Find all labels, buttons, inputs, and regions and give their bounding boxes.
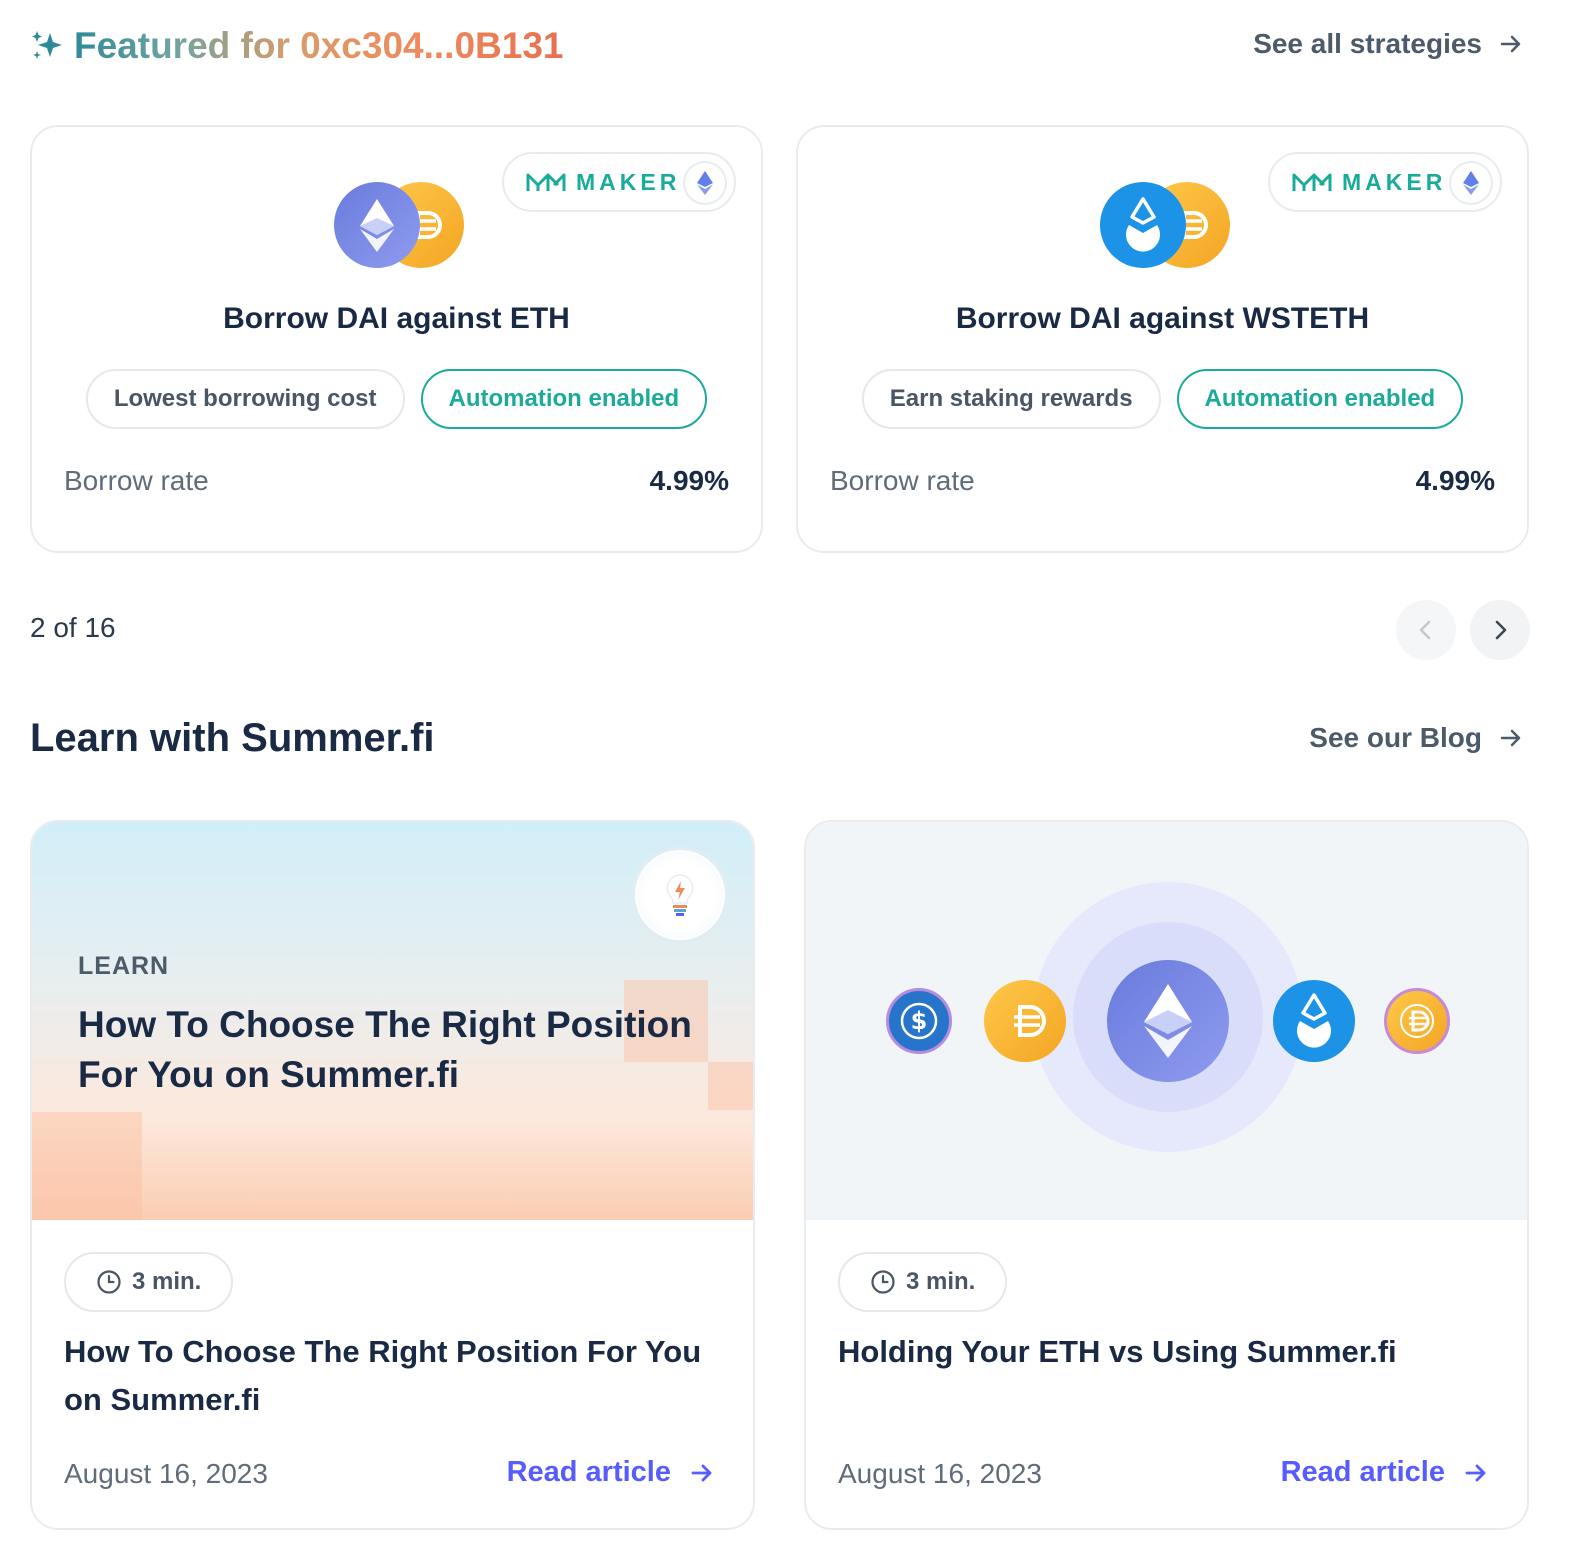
borrow-rate-row: Borrow rate 4.99% <box>64 465 729 497</box>
protocol-name: MAKER <box>1342 168 1447 195</box>
dai-token-icon <box>984 980 1066 1062</box>
article-title: Holding Your ETH vs Using Summer.fi <box>838 1334 1397 1369</box>
see-all-strategies-link[interactable]: See all strategies <box>1253 28 1524 60</box>
read-time-badge: 3 min. <box>64 1252 234 1312</box>
see-our-blog-link[interactable]: See our Blog <box>1309 722 1524 754</box>
borrow-rate-value: 4.99% <box>649 465 729 496</box>
strategy-card[interactable]: MAKER Borrow DAI against WSTETH Earn sta… <box>796 125 1529 553</box>
feature-tag: Lowest borrowing cost <box>85 369 405 429</box>
arrow-right-icon <box>1500 729 1521 747</box>
wsteth-token-icon <box>1100 182 1186 268</box>
article-date: August 16, 2023 <box>64 1458 268 1489</box>
featured-title-text: Featured for 0xc304...0B131 <box>74 25 564 66</box>
clock-icon <box>97 1270 121 1294</box>
eth-token-icon <box>1107 960 1229 1082</box>
hero-category-label: LEARN <box>78 952 170 980</box>
read-time-text: 3 min. <box>132 1268 202 1295</box>
read-article-label: Read article <box>506 1456 671 1488</box>
strategy-tags: Lowest borrowing cost Automation enabled <box>32 369 761 429</box>
borrow-rate-row: Borrow rate 4.99% <box>830 465 1495 497</box>
sparkle-icon <box>32 31 62 59</box>
strategy-tags: Earn staking rewards Automation enabled <box>798 369 1527 429</box>
decorative-block <box>32 1112 142 1220</box>
maker-logo-icon <box>1292 173 1332 191</box>
feature-tag: Earn staking rewards <box>861 369 1161 429</box>
article-date: August 16, 2023 <box>838 1458 1042 1489</box>
strategy-title: Borrow DAI against ETH <box>223 302 570 335</box>
ethereum-icon <box>1449 161 1493 205</box>
read-article-label: Read article <box>1280 1456 1445 1488</box>
maker-logo-icon <box>526 173 566 191</box>
arrow-right-icon <box>1465 1464 1486 1481</box>
clock-icon <box>871 1270 895 1294</box>
automation-tag: Automation enabled <box>420 369 708 429</box>
chevron-right-icon <box>1495 620 1507 640</box>
protocol-badge: MAKER <box>1268 152 1502 212</box>
arrow-right-icon <box>1500 35 1521 53</box>
read-article-link[interactable]: Read article <box>507 1456 715 1489</box>
see-all-strategies-label: See all strategies <box>1253 28 1482 59</box>
protocol-badge: MAKER <box>502 152 736 212</box>
protocol-name: MAKER <box>576 168 681 195</box>
token-pair <box>1100 182 1230 268</box>
article-card[interactable]: $ 3 min. Holding Your ETH vs Using Summe… <box>804 820 1529 1530</box>
automation-tag: Automation enabled <box>1176 369 1464 429</box>
strategy-card[interactable]: MAKER Borrow DAI against ETH Lowest borr… <box>30 125 763 553</box>
article-hero-image: LEARN How To Choose The Right Position F… <box>32 822 753 1220</box>
previous-button[interactable] <box>1396 600 1456 660</box>
strategy-title: Borrow DAI against WSTETH <box>955 302 1370 335</box>
featured-heading: Featured for 0xc304...0B131 <box>30 22 563 70</box>
lightbulb-icon <box>635 850 725 940</box>
eth-token-icon <box>334 182 420 268</box>
token-pair <box>334 182 464 268</box>
borrow-rate-label: Borrow rate <box>64 465 209 496</box>
read-time-text: 3 min. <box>906 1268 976 1295</box>
borrow-rate-label: Borrow rate <box>830 465 975 496</box>
read-time-badge: 3 min. <box>838 1252 1008 1312</box>
carousel-pager: 2 of 16 <box>30 612 116 643</box>
article-card[interactable]: LEARN How To Choose The Right Position F… <box>30 820 755 1530</box>
usdc-token-icon: $ <box>886 988 952 1054</box>
arrow-right-icon <box>691 1464 712 1481</box>
next-button[interactable] <box>1470 600 1530 660</box>
chevron-left-icon <box>1419 620 1431 640</box>
read-article-link[interactable]: Read article <box>1281 1456 1489 1489</box>
borrow-rate-value: 4.99% <box>1415 465 1495 496</box>
see-our-blog-label: See our Blog <box>1309 722 1482 753</box>
article-hero-image: $ <box>806 822 1527 1220</box>
article-title: How To Choose The Right Position For You… <box>64 1334 702 1417</box>
hero-heading: How To Choose The Right Position For You… <box>78 1004 692 1095</box>
sdai-token-icon <box>1384 988 1450 1054</box>
learn-section-title: Learn with Summer.fi <box>30 716 435 760</box>
svg-text:$: $ <box>911 1007 928 1035</box>
wsteth-token-icon <box>1273 980 1355 1062</box>
ethereum-icon <box>683 161 727 205</box>
